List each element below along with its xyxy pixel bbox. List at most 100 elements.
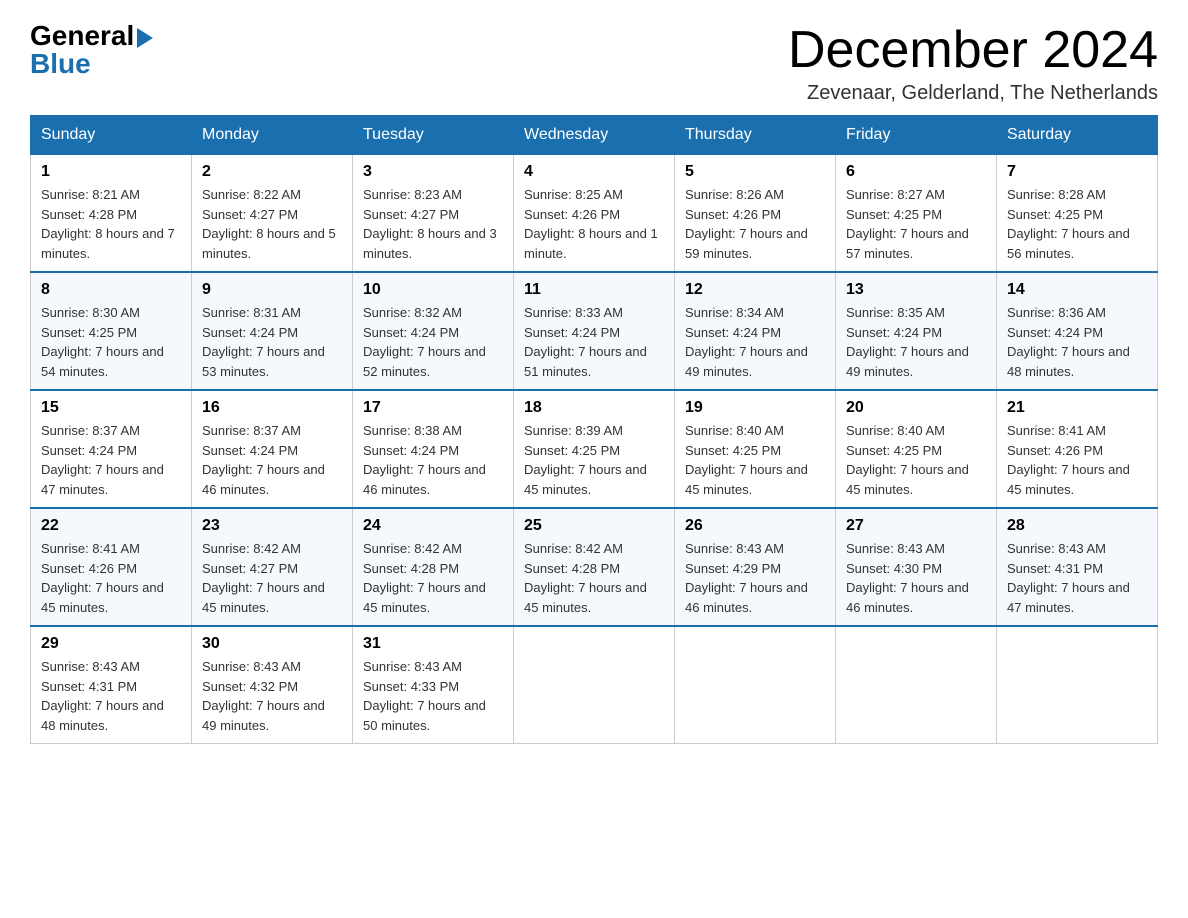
table-row: 13 Sunrise: 8:35 AM Sunset: 4:24 PM Dayl…: [836, 272, 997, 390]
table-row: 10 Sunrise: 8:32 AM Sunset: 4:24 PM Dayl…: [353, 272, 514, 390]
table-row: 8 Sunrise: 8:30 AM Sunset: 4:25 PM Dayli…: [31, 272, 192, 390]
day-number: 24: [363, 517, 503, 535]
table-row: 11 Sunrise: 8:33 AM Sunset: 4:24 PM Dayl…: [514, 272, 675, 390]
page-header: General Blue December 2024 Zevenaar, Gel…: [30, 20, 1158, 105]
table-row: 22 Sunrise: 8:41 AM Sunset: 4:26 PM Dayl…: [31, 508, 192, 626]
table-row: 28 Sunrise: 8:43 AM Sunset: 4:31 PM Dayl…: [997, 508, 1158, 626]
table-row: 9 Sunrise: 8:31 AM Sunset: 4:24 PM Dayli…: [192, 272, 353, 390]
table-row: 19 Sunrise: 8:40 AM Sunset: 4:25 PM Dayl…: [675, 390, 836, 508]
table-row: 24 Sunrise: 8:42 AM Sunset: 4:28 PM Dayl…: [353, 508, 514, 626]
day-number: 6: [846, 163, 986, 181]
day-info: Sunrise: 8:37 AM Sunset: 4:24 PM Dayligh…: [41, 421, 181, 499]
day-info: Sunrise: 8:43 AM Sunset: 4:33 PM Dayligh…: [363, 657, 503, 735]
day-number: 25: [524, 517, 664, 535]
day-info: Sunrise: 8:32 AM Sunset: 4:24 PM Dayligh…: [363, 303, 503, 381]
day-number: 18: [524, 399, 664, 417]
day-info: Sunrise: 8:43 AM Sunset: 4:31 PM Dayligh…: [1007, 539, 1147, 617]
day-info: Sunrise: 8:38 AM Sunset: 4:24 PM Dayligh…: [363, 421, 503, 499]
table-row: 3 Sunrise: 8:23 AM Sunset: 4:27 PM Dayli…: [353, 155, 514, 273]
day-info: Sunrise: 8:41 AM Sunset: 4:26 PM Dayligh…: [1007, 421, 1147, 499]
day-number: 8: [41, 281, 181, 299]
day-info: Sunrise: 8:39 AM Sunset: 4:25 PM Dayligh…: [524, 421, 664, 499]
day-info: Sunrise: 8:43 AM Sunset: 4:32 PM Dayligh…: [202, 657, 342, 735]
day-number: 21: [1007, 399, 1147, 417]
day-info: Sunrise: 8:28 AM Sunset: 4:25 PM Dayligh…: [1007, 185, 1147, 263]
day-number: 11: [524, 281, 664, 299]
table-row: [514, 626, 675, 744]
day-number: 16: [202, 399, 342, 417]
day-number: 23: [202, 517, 342, 535]
day-number: 29: [41, 635, 181, 653]
day-info: Sunrise: 8:23 AM Sunset: 4:27 PM Dayligh…: [363, 185, 503, 263]
day-info: Sunrise: 8:41 AM Sunset: 4:26 PM Dayligh…: [41, 539, 181, 617]
calendar-week-2: 8 Sunrise: 8:30 AM Sunset: 4:25 PM Dayli…: [31, 272, 1158, 390]
col-wednesday: Wednesday: [514, 116, 675, 155]
table-row: [836, 626, 997, 744]
title-section: December 2024 Zevenaar, Gelderland, The …: [788, 20, 1158, 105]
table-row: 14 Sunrise: 8:36 AM Sunset: 4:24 PM Dayl…: [997, 272, 1158, 390]
table-row: 7 Sunrise: 8:28 AM Sunset: 4:25 PM Dayli…: [997, 155, 1158, 273]
calendar-week-1: 1 Sunrise: 8:21 AM Sunset: 4:28 PM Dayli…: [31, 155, 1158, 273]
day-number: 27: [846, 517, 986, 535]
day-info: Sunrise: 8:30 AM Sunset: 4:25 PM Dayligh…: [41, 303, 181, 381]
table-row: 20 Sunrise: 8:40 AM Sunset: 4:25 PM Dayl…: [836, 390, 997, 508]
day-info: Sunrise: 8:43 AM Sunset: 4:31 PM Dayligh…: [41, 657, 181, 735]
day-info: Sunrise: 8:42 AM Sunset: 4:27 PM Dayligh…: [202, 539, 342, 617]
table-row: 12 Sunrise: 8:34 AM Sunset: 4:24 PM Dayl…: [675, 272, 836, 390]
day-number: 4: [524, 163, 664, 181]
col-monday: Monday: [192, 116, 353, 155]
day-number: 13: [846, 281, 986, 299]
table-row: 31 Sunrise: 8:43 AM Sunset: 4:33 PM Dayl…: [353, 626, 514, 744]
day-info: Sunrise: 8:42 AM Sunset: 4:28 PM Dayligh…: [363, 539, 503, 617]
day-number: 31: [363, 635, 503, 653]
day-number: 20: [846, 399, 986, 417]
day-info: Sunrise: 8:36 AM Sunset: 4:24 PM Dayligh…: [1007, 303, 1147, 381]
table-row: 27 Sunrise: 8:43 AM Sunset: 4:30 PM Dayl…: [836, 508, 997, 626]
day-number: 26: [685, 517, 825, 535]
day-info: Sunrise: 8:40 AM Sunset: 4:25 PM Dayligh…: [685, 421, 825, 499]
table-row: 25 Sunrise: 8:42 AM Sunset: 4:28 PM Dayl…: [514, 508, 675, 626]
day-number: 17: [363, 399, 503, 417]
day-info: Sunrise: 8:22 AM Sunset: 4:27 PM Dayligh…: [202, 185, 342, 263]
day-info: Sunrise: 8:42 AM Sunset: 4:28 PM Dayligh…: [524, 539, 664, 617]
day-number: 19: [685, 399, 825, 417]
logo-triangle-icon: [137, 28, 153, 48]
table-row: 21 Sunrise: 8:41 AM Sunset: 4:26 PM Dayl…: [997, 390, 1158, 508]
day-number: 12: [685, 281, 825, 299]
table-row: 5 Sunrise: 8:26 AM Sunset: 4:26 PM Dayli…: [675, 155, 836, 273]
table-row: 16 Sunrise: 8:37 AM Sunset: 4:24 PM Dayl…: [192, 390, 353, 508]
table-row: [997, 626, 1158, 744]
day-number: 7: [1007, 163, 1147, 181]
table-row: 26 Sunrise: 8:43 AM Sunset: 4:29 PM Dayl…: [675, 508, 836, 626]
month-title: December 2024: [788, 20, 1158, 80]
day-info: Sunrise: 8:21 AM Sunset: 4:28 PM Dayligh…: [41, 185, 181, 263]
table-row: [675, 626, 836, 744]
day-info: Sunrise: 8:37 AM Sunset: 4:24 PM Dayligh…: [202, 421, 342, 499]
day-number: 15: [41, 399, 181, 417]
calendar-week-3: 15 Sunrise: 8:37 AM Sunset: 4:24 PM Dayl…: [31, 390, 1158, 508]
day-info: Sunrise: 8:40 AM Sunset: 4:25 PM Dayligh…: [846, 421, 986, 499]
table-row: 17 Sunrise: 8:38 AM Sunset: 4:24 PM Dayl…: [353, 390, 514, 508]
table-row: 30 Sunrise: 8:43 AM Sunset: 4:32 PM Dayl…: [192, 626, 353, 744]
day-number: 14: [1007, 281, 1147, 299]
table-row: 15 Sunrise: 8:37 AM Sunset: 4:24 PM Dayl…: [31, 390, 192, 508]
day-info: Sunrise: 8:25 AM Sunset: 4:26 PM Dayligh…: [524, 185, 664, 263]
day-number: 9: [202, 281, 342, 299]
col-friday: Friday: [836, 116, 997, 155]
location-subtitle: Zevenaar, Gelderland, The Netherlands: [788, 82, 1158, 105]
day-number: 1: [41, 163, 181, 181]
col-saturday: Saturday: [997, 116, 1158, 155]
table-row: 23 Sunrise: 8:42 AM Sunset: 4:27 PM Dayl…: [192, 508, 353, 626]
day-info: Sunrise: 8:31 AM Sunset: 4:24 PM Dayligh…: [202, 303, 342, 381]
day-info: Sunrise: 8:27 AM Sunset: 4:25 PM Dayligh…: [846, 185, 986, 263]
table-row: 6 Sunrise: 8:27 AM Sunset: 4:25 PM Dayli…: [836, 155, 997, 273]
day-number: 28: [1007, 517, 1147, 535]
day-info: Sunrise: 8:35 AM Sunset: 4:24 PM Dayligh…: [846, 303, 986, 381]
logo: General Blue: [30, 20, 153, 80]
table-row: 1 Sunrise: 8:21 AM Sunset: 4:28 PM Dayli…: [31, 155, 192, 273]
day-number: 5: [685, 163, 825, 181]
table-row: 4 Sunrise: 8:25 AM Sunset: 4:26 PM Dayli…: [514, 155, 675, 273]
day-info: Sunrise: 8:34 AM Sunset: 4:24 PM Dayligh…: [685, 303, 825, 381]
calendar-table: Sunday Monday Tuesday Wednesday Thursday…: [30, 115, 1158, 744]
day-number: 3: [363, 163, 503, 181]
